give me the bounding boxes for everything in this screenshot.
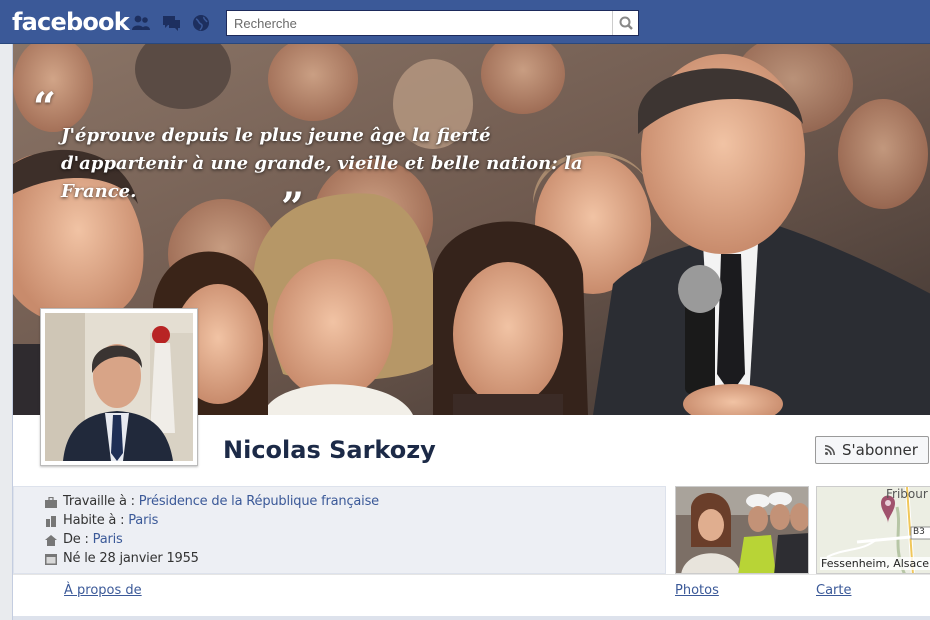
facebook-logo[interactable]: facebook <box>12 8 130 36</box>
open-quote-mark: “ <box>33 84 57 131</box>
friend-requests-icon[interactable] <box>131 14 151 32</box>
tab-about[interactable]: À propos de <box>64 583 142 598</box>
briefcase-icon <box>45 497 57 508</box>
map-location-label: Fessenheim, Alsace, <box>820 557 930 570</box>
notifications-globe-icon[interactable] <box>191 14 211 32</box>
map-thumbnail[interactable]: Fribour B3 Fessenheim, Alsace, <box>816 486 930 574</box>
tab-photos[interactable]: Photos <box>675 583 719 598</box>
map-city-label: Fribour <box>886 487 928 501</box>
photos-thumbnail[interactable] <box>675 486 809 574</box>
profile-info-panel: Travaille à : Présidence de la Républiqu… <box>13 486 666 574</box>
home-icon <box>45 535 57 546</box>
profile-name: Nicolas Sarkozy <box>223 436 436 464</box>
messages-icon[interactable] <box>161 14 181 32</box>
info-born-text: Né le 28 janvier 1955 <box>63 551 199 566</box>
bottom-border <box>13 616 930 620</box>
map-road-label: B3 <box>913 527 925 537</box>
search-button[interactable] <box>612 11 638 35</box>
search-icon <box>619 16 633 30</box>
calendar-icon <box>45 554 57 565</box>
search-box <box>226 10 639 36</box>
info-work-link[interactable]: Présidence de la République française <box>139 494 379 509</box>
info-lives-prefix: Habite à : <box>63 513 129 528</box>
top-bar: facebook <box>0 0 930 44</box>
building-icon <box>46 516 56 527</box>
rss-icon <box>825 445 835 455</box>
info-work-prefix: Travaille à : <box>63 494 139 509</box>
cover-quote: J'éprouve depuis le plus jeune âge la fi… <box>61 125 583 202</box>
photos-thumbnail-image <box>676 487 808 573</box>
timeline-page: “ J'éprouve depuis le plus jeune âge la … <box>12 44 930 620</box>
info-from-prefix: De : <box>63 532 93 547</box>
subscribe-label: S'abonner <box>842 441 918 459</box>
profile-picture[interactable] <box>40 308 198 466</box>
tab-map[interactable]: Carte <box>816 583 851 598</box>
info-lives-link[interactable]: Paris <box>128 513 158 528</box>
close-quote-mark: ” <box>281 184 305 231</box>
search-input[interactable] <box>227 11 612 35</box>
divider <box>13 574 930 575</box>
subscribe-button[interactable]: S'abonner <box>815 436 929 464</box>
info-from-link[interactable]: Paris <box>93 532 123 547</box>
profile-picture-image <box>45 313 193 461</box>
